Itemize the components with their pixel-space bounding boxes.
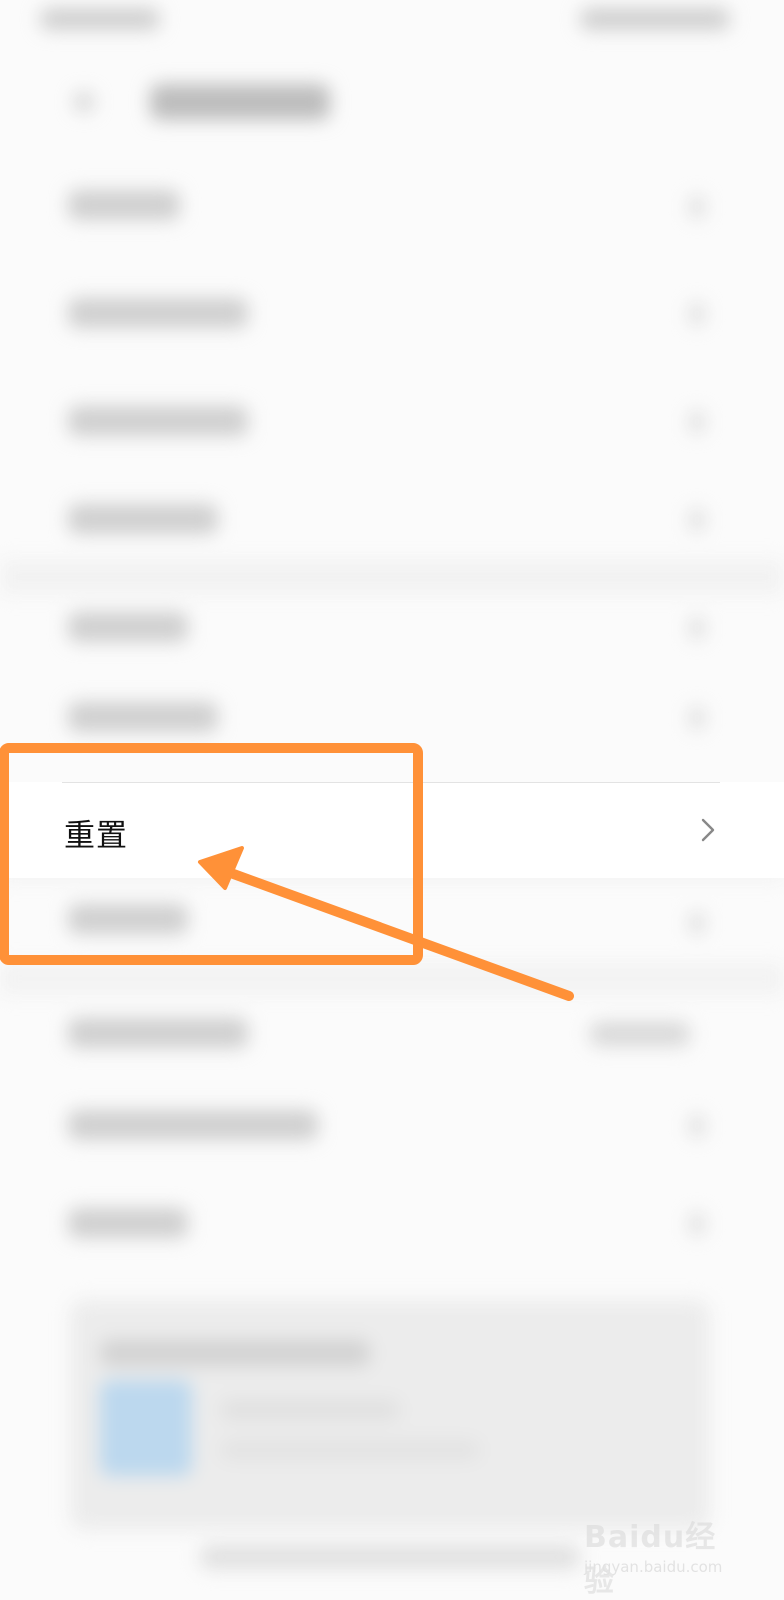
settings-screen: 重置 Baidu经验 jingyan.baidu.com [0,0,784,1600]
settings-item-label: 重置 [64,818,128,854]
watermark-brand: Baidu经验 [584,1520,717,1599]
baidu-jingyan-watermark: Baidu经验 jingyan.baidu.com [584,1512,744,1599]
chevron-right-icon [701,818,715,842]
row-divider [62,782,720,783]
watermark-url: jingyan.baidu.com [584,1558,723,1576]
settings-item-reset[interactable]: 重置 [0,782,784,878]
